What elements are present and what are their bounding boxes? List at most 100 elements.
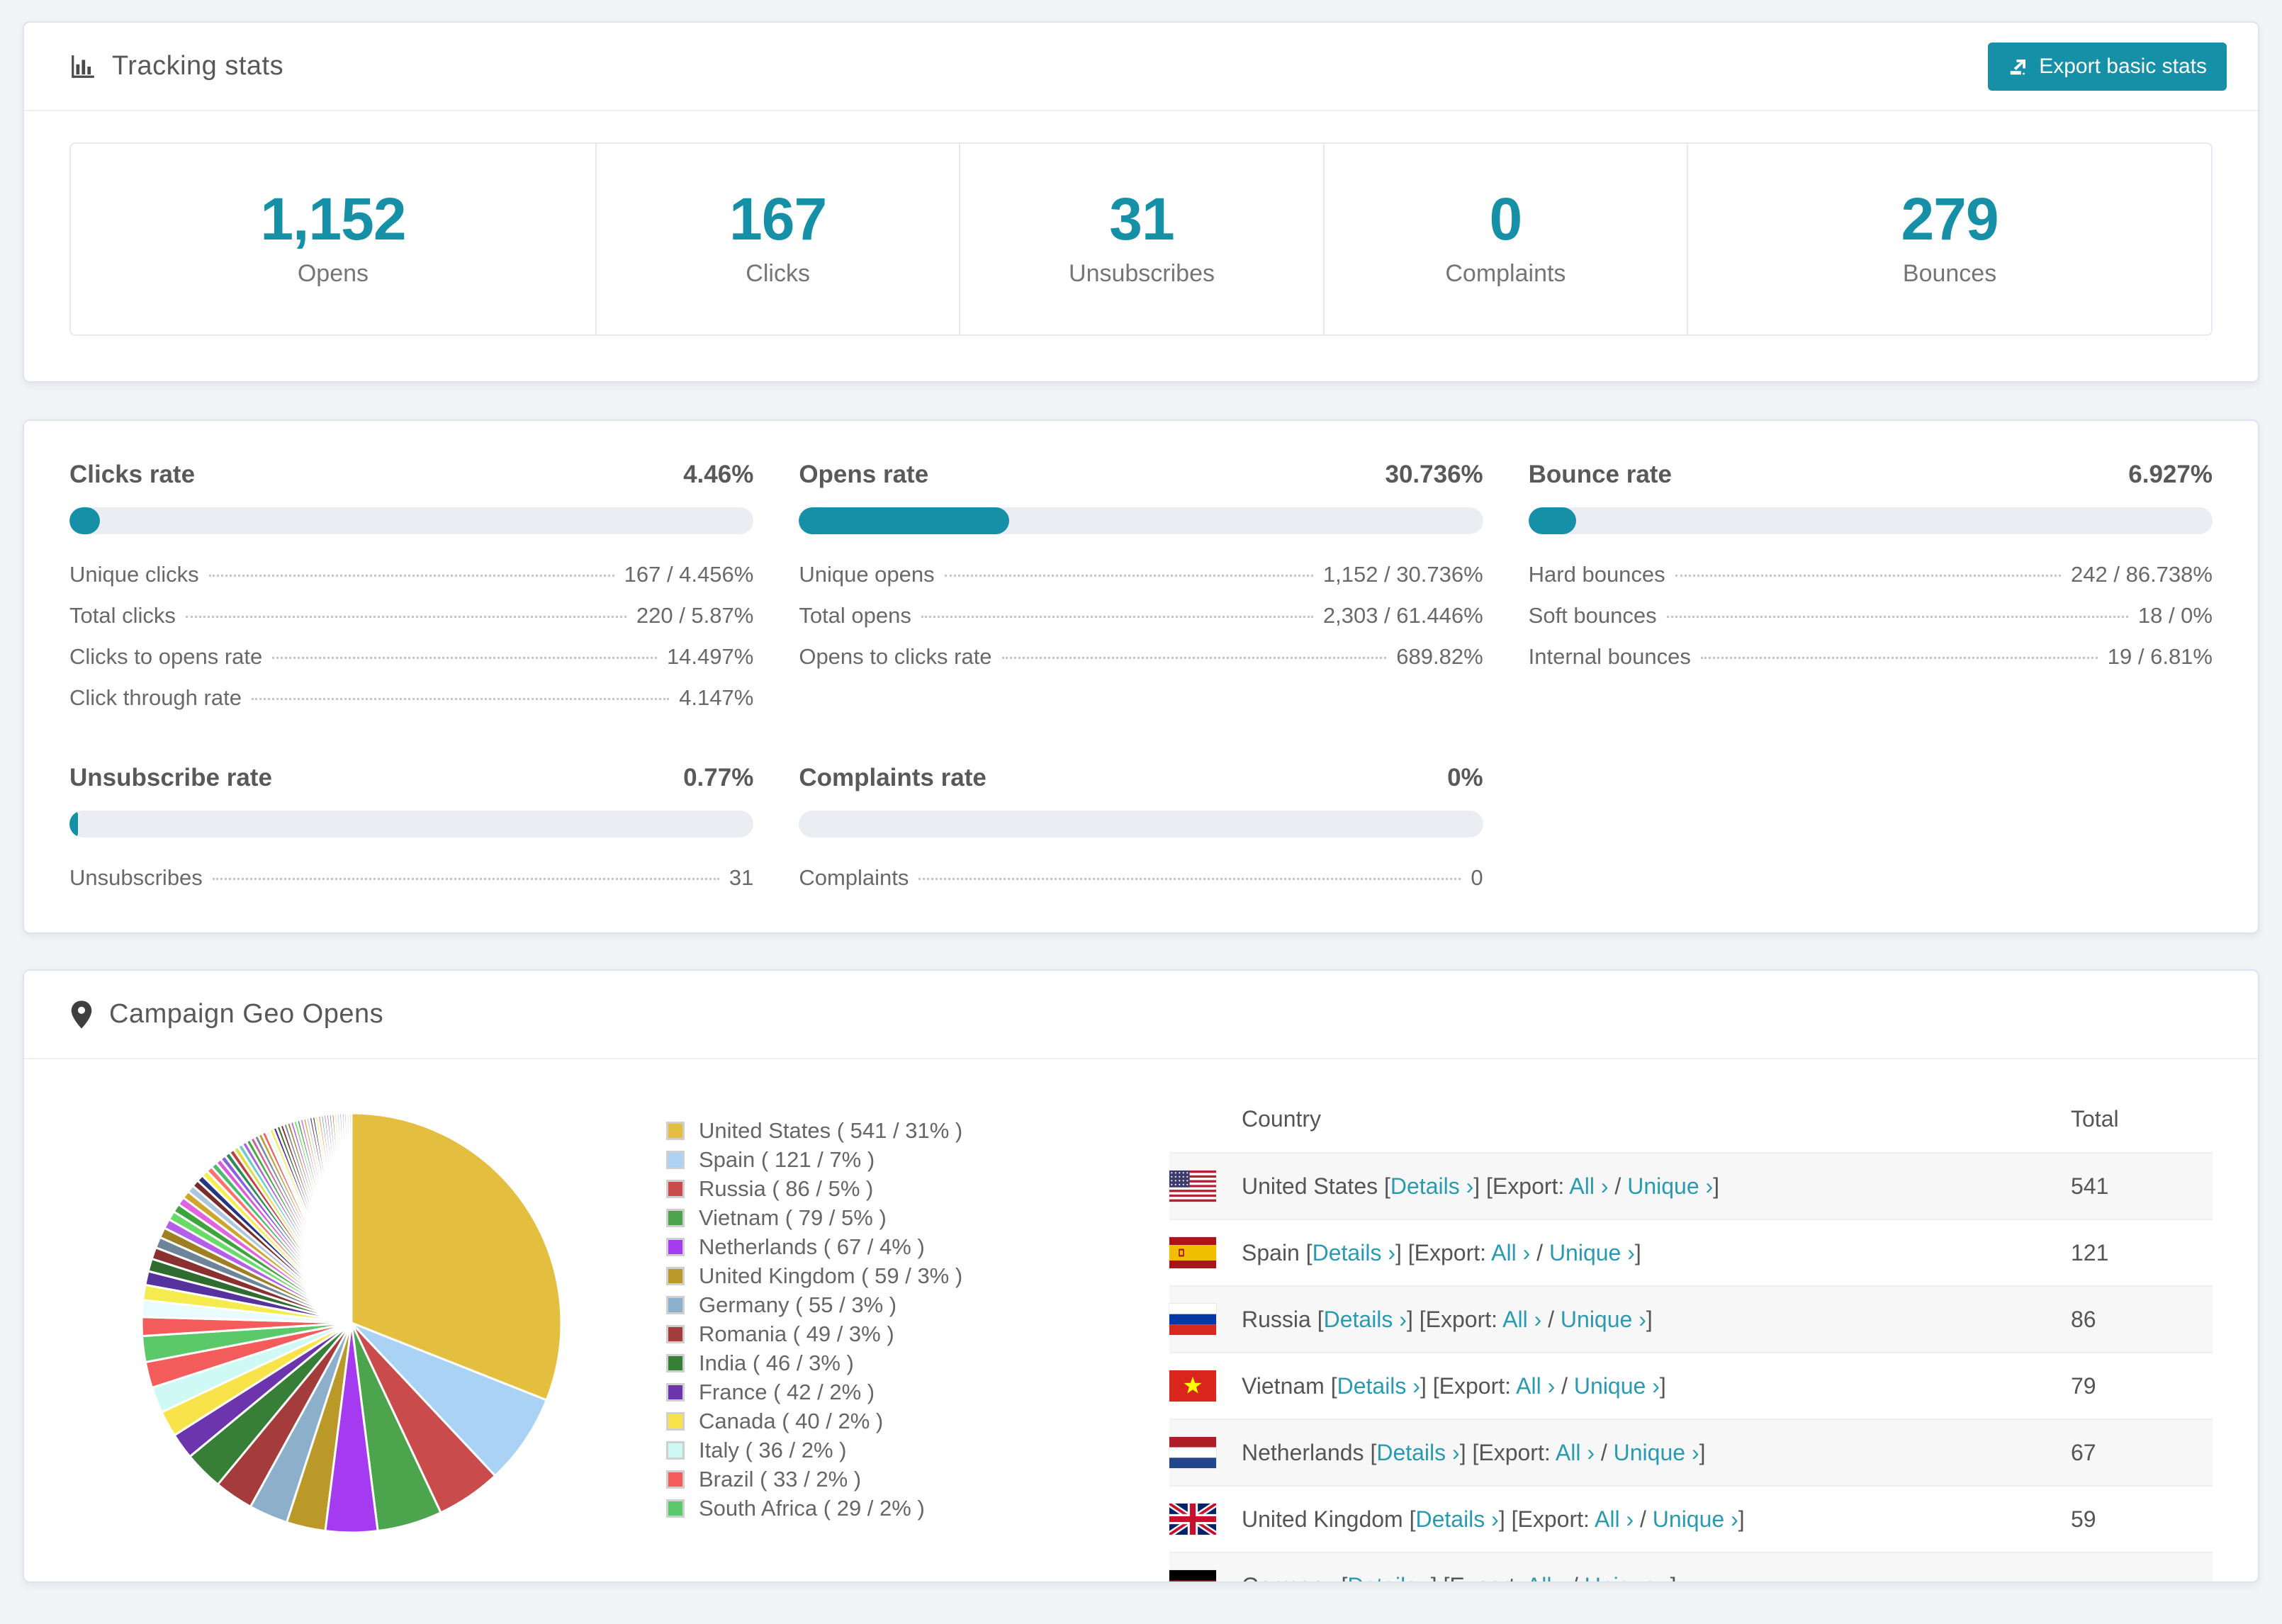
total-cell: 67: [2071, 1439, 2096, 1465]
total-cell: 541: [2071, 1173, 2109, 1199]
bounce-rate-progress-fill: [1528, 507, 1576, 535]
bounce-rate-title: Bounce rate: [1528, 461, 1672, 489]
legend-label: Vietnam ( 79 / 5% ): [699, 1205, 887, 1230]
stat-complaints-value: 0: [1489, 186, 1523, 252]
de-flag-icon: [1169, 1570, 1216, 1582]
geo-opens-header: Campaign Geo Opens: [24, 971, 2258, 1060]
stat-clicks-label: Clicks: [746, 260, 810, 288]
geo-table-row: Vietnam [Details ›] [Export: All › / Uni…: [1169, 1352, 2213, 1419]
dotted-leader: [1001, 657, 1387, 660]
export-unique-link[interactable]: Unique ›: [1549, 1240, 1635, 1265]
clicks-rate-value: 4.46%: [683, 461, 754, 489]
rate-row: Soft bounces 18 / 0%: [1528, 603, 2213, 628]
export-unique-link[interactable]: Unique ›: [1627, 1173, 1713, 1199]
bracket: [: [1364, 1439, 1377, 1465]
details-link[interactable]: Details ›: [1347, 1573, 1430, 1582]
legend-item: Vietnam ( 79 / 5% ): [666, 1203, 1063, 1232]
us-flag-icon: [1169, 1171, 1216, 1202]
export-prefix: ] [Export:: [1395, 1239, 1492, 1265]
details-link[interactable]: Details ›: [1337, 1373, 1420, 1399]
complaints-rate-block: Complaints rate 0% Complaints 0: [799, 764, 1483, 898]
export-prefix: ] [Export:: [1473, 1173, 1570, 1199]
geo-opens-card: Campaign Geo Opens United States ( 541 /…: [23, 969, 2259, 1584]
export-all-link[interactable]: All ›: [1491, 1240, 1530, 1265]
geo-table-row: Germany [Details ›] [Export: All › / Uni…: [1169, 1552, 2213, 1582]
legend-swatch: [666, 1382, 685, 1402]
dotted-leader: [272, 657, 657, 660]
rate-row: Click through rate 4.147%: [69, 685, 754, 711]
details-link[interactable]: Details ›: [1390, 1173, 1473, 1199]
country-name: United Kingdom: [1242, 1506, 1403, 1532]
legend-label: United Kingdom ( 59 / 3% ): [699, 1263, 963, 1288]
legend-swatch: [666, 1295, 685, 1314]
export-prefix: ] [Export:: [1406, 1306, 1503, 1332]
export-unique-link[interactable]: Unique ›: [1653, 1506, 1738, 1532]
dotted-leader: [251, 698, 670, 701]
export-unique-link[interactable]: Unique ›: [1585, 1573, 1670, 1582]
geo-pie-chart: [132, 1103, 571, 1581]
legend-swatch: [666, 1324, 685, 1343]
clicks-rate-block: Clicks rate 4.46% Unique clicks 167 / 4.4…: [69, 461, 754, 718]
unsubscribe-rate-value: 0.77%: [683, 764, 754, 792]
legend-label: Netherlands ( 67 / 4% ): [699, 1234, 925, 1259]
details-link[interactable]: Details ›: [1415, 1506, 1498, 1532]
geo-opens-title-text: Campaign Geo Opens: [109, 999, 384, 1030]
legend-swatch: [666, 1121, 685, 1140]
details-link[interactable]: Details ›: [1324, 1307, 1407, 1332]
export-unique-link[interactable]: Unique ›: [1614, 1440, 1699, 1465]
export-prefix: ] [Export:: [1459, 1439, 1556, 1465]
slash: /: [1634, 1506, 1653, 1532]
geo-table-row: United Kingdom [Details ›] [Export: All …: [1169, 1485, 2213, 1552]
export-all-link[interactable]: All ›: [1595, 1506, 1634, 1532]
clicks-rate-title: Clicks rate: [69, 461, 196, 489]
complaints-rate-title: Complaints rate: [799, 764, 987, 792]
details-link[interactable]: Details ›: [1376, 1440, 1459, 1465]
export-all-link[interactable]: All ›: [1516, 1373, 1555, 1399]
complaints-rate-progress: [799, 811, 1483, 838]
slash: /: [1530, 1239, 1549, 1265]
rate-row: Unique clicks 167 / 4.456%: [69, 562, 754, 587]
dotted-leader: [208, 575, 614, 577]
unsubscribe-rate-progress: [69, 811, 754, 838]
bar-chart-icon: [72, 55, 94, 78]
rate-row: Unsubscribes 31: [69, 865, 754, 891]
country-cell: United States [Details ›] [Export: All ›…: [1242, 1173, 2071, 1200]
stat-unsubscribes: 31 Unsubscribes: [959, 144, 1322, 335]
clicks-rate-progress-fill: [69, 507, 101, 535]
country-name: Germany: [1242, 1573, 1335, 1582]
bracket: ]: [1738, 1506, 1745, 1532]
legend-label: Italy ( 36 / 2% ): [699, 1437, 847, 1462]
bounce-rate-value: 6.927%: [2128, 461, 2213, 489]
export-prefix: ] [Export:: [1498, 1506, 1595, 1532]
rate-row: Hard bounces 242 / 86.738%: [1528, 562, 2213, 587]
bracket: [: [1299, 1239, 1313, 1265]
country-column-header: Country: [1242, 1106, 1322, 1132]
geo-table-row: United States [Details ›] [Export: All ›…: [1169, 1152, 2213, 1219]
legend-swatch: [666, 1499, 685, 1518]
details-link[interactable]: Details ›: [1313, 1240, 1395, 1265]
bracket: ]: [1659, 1372, 1666, 1399]
slash: /: [1541, 1306, 1561, 1332]
export-unique-link[interactable]: Unique ›: [1574, 1373, 1660, 1399]
country-cell: Russia [Details ›] [Export: All › / Uniq…: [1242, 1307, 2071, 1333]
export-all-link[interactable]: All ›: [1569, 1173, 1608, 1199]
stat-opens: 1,152 Opens: [71, 144, 595, 334]
opens-rate-progress-fill: [799, 507, 1010, 535]
tracking-stats-card: Tracking stats Export basic stats 1,152 …: [23, 21, 2259, 383]
bracket: ]: [1646, 1306, 1653, 1332]
total-cell: 121: [2071, 1239, 2109, 1265]
legend-label: Germany ( 55 / 3% ): [699, 1292, 897, 1317]
bounce-rate-block: Bounce rate 6.927% Hard bounces 242 / 86.…: [1528, 461, 2213, 718]
map-pin-icon: [71, 1000, 92, 1029]
export-all-link[interactable]: All ›: [1502, 1307, 1541, 1332]
rate-row: Clicks to opens rate 14.497%: [69, 644, 754, 670]
slash: /: [1566, 1573, 1585, 1582]
export-all-link[interactable]: All ›: [1556, 1440, 1595, 1465]
export-all-link[interactable]: All ›: [1527, 1573, 1566, 1582]
dotted-leader: [1700, 657, 2098, 660]
export-basic-stats-button[interactable]: Export basic stats: [1988, 42, 2227, 91]
geo-table-rows: United States [Details ›] [Export: All ›…: [1169, 1152, 2213, 1582]
export-unique-link[interactable]: Unique ›: [1561, 1307, 1646, 1332]
legend-swatch: [666, 1411, 685, 1431]
legend-label: United States ( 541 / 31% ): [699, 1117, 963, 1143]
